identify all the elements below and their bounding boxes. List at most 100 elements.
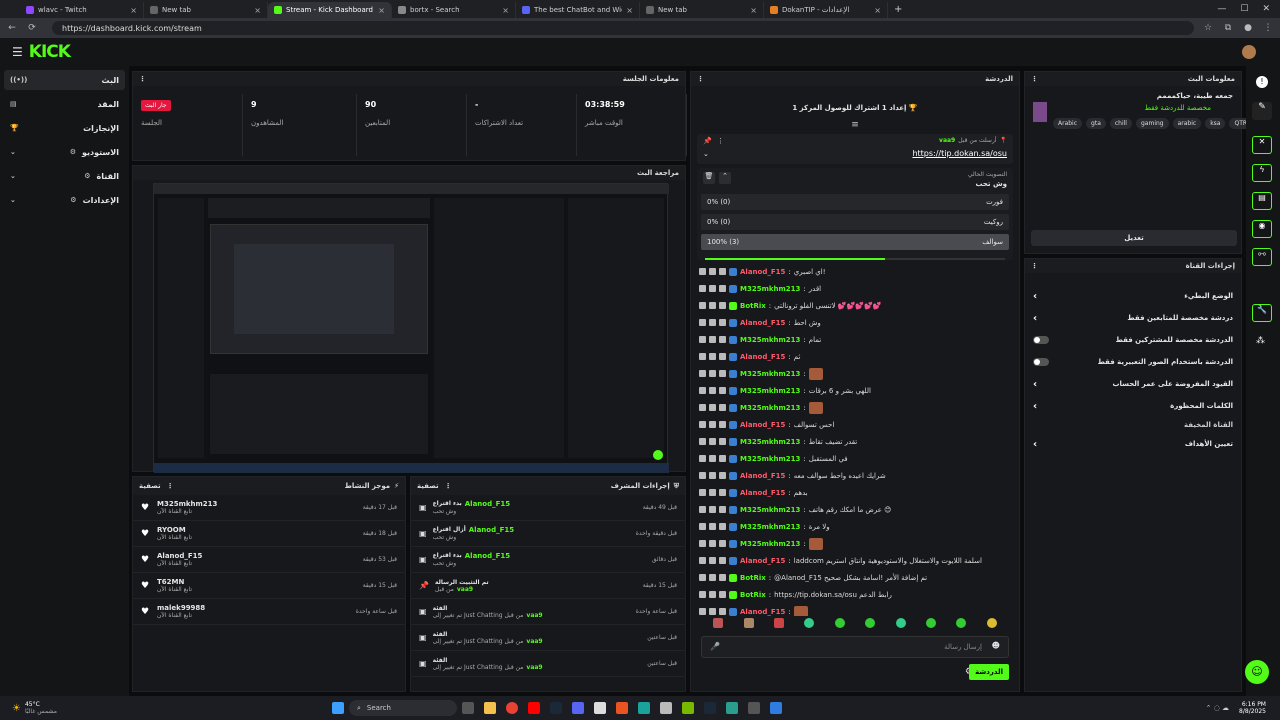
app-icon[interactable]: [660, 702, 672, 714]
discord-icon[interactable]: [572, 702, 584, 714]
chat-message[interactable]: BotRix: https://tip.dokan.sa/osu رابط الد…: [691, 586, 1019, 603]
lightning-icon[interactable]: ϟ: [1252, 164, 1272, 182]
minimize-icon[interactable]: —: [1217, 4, 1226, 14]
chat-username[interactable]: M325mkhm213: [740, 370, 800, 378]
chat-username[interactable]: M325mkhm213: [740, 455, 800, 463]
ban-icon[interactable]: [719, 540, 726, 547]
youtube-icon[interactable]: [528, 702, 540, 714]
reload-icon[interactable]: ⟳: [26, 23, 38, 33]
delete-icon[interactable]: [699, 506, 706, 513]
back-icon[interactable]: ←: [6, 23, 18, 33]
chat-message[interactable]: M325mkhm213: اللهي بشر و 6 برقات: [691, 382, 1019, 399]
edge-icon[interactable]: [638, 702, 650, 714]
weather-widget[interactable]: ☀ 45°C مشمس غالبًا: [12, 701, 57, 715]
chat-message[interactable]: M325mkhm213: اقدر: [691, 280, 1019, 297]
share-icon[interactable]: ⁂: [1256, 336, 1265, 346]
close-window-icon[interactable]: ✕: [1262, 4, 1270, 14]
ban-icon[interactable]: [719, 523, 726, 530]
timeout-icon[interactable]: [709, 285, 716, 292]
browser-tab[interactable]: New tab ×: [144, 2, 268, 18]
channel-setting-row[interactable]: الدردشة مخصصة للمشتركين فقط: [1025, 329, 1241, 351]
ban-icon[interactable]: [719, 285, 726, 292]
kick-logo[interactable]: KICK: [29, 42, 71, 62]
mod-user[interactable]: Alanod_F15: [465, 500, 510, 508]
maximize-icon[interactable]: ☐: [1240, 4, 1248, 14]
emote-icon[interactable]: [773, 618, 784, 628]
delete-icon[interactable]: [699, 353, 706, 360]
address-bar[interactable]: https://dashboard.kick.com/stream: [52, 21, 1194, 35]
windows-start-icon[interactable]: [332, 702, 344, 714]
ban-icon[interactable]: [719, 370, 726, 377]
activity-user[interactable]: Alanod_F15: [157, 552, 202, 560]
filter-button[interactable]: تصفية: [139, 482, 161, 490]
chat-message[interactable]: Alanod_F15: شرايك اعيده واحط سوالف معه: [691, 467, 1019, 484]
delete-icon[interactable]: [699, 608, 706, 615]
browser-tab[interactable]: New tab ×: [640, 2, 764, 18]
chat-username[interactable]: Alanod_F15: [740, 489, 785, 497]
chat-username[interactable]: Alanod_F15: [740, 319, 785, 327]
tag[interactable]: Arabic: [1053, 118, 1083, 129]
timeout-icon[interactable]: [709, 591, 716, 598]
emote-icon[interactable]: [865, 618, 876, 628]
close-tab-icon[interactable]: ×: [378, 6, 385, 15]
chat-username[interactable]: M325mkhm213: [740, 438, 800, 446]
channel-setting-row[interactable]: دردشة مخصصة للمتابعين فقط ›: [1025, 307, 1241, 329]
channel-setting-row[interactable]: الوضع البطيء ›: [1025, 285, 1241, 307]
delete-icon[interactable]: [699, 387, 706, 394]
tag[interactable]: ksa: [1205, 118, 1226, 129]
chat-username[interactable]: Alanod_F15: [740, 472, 785, 480]
steam-icon[interactable]: [704, 702, 716, 714]
more-icon[interactable]: ⋮: [1031, 262, 1038, 270]
timeout-icon[interactable]: [709, 574, 716, 581]
wrench-icon[interactable]: 🔧: [1252, 304, 1272, 322]
activity-user[interactable]: M325mkhm213: [157, 500, 217, 508]
sidebar-item[interactable]: 🏆 الإنجازات: [4, 118, 125, 138]
app-icon[interactable]: [748, 702, 760, 714]
chat-username[interactable]: BotRix: [740, 574, 766, 582]
ban-icon[interactable]: [719, 404, 726, 411]
browser-tab[interactable]: bortx - Search ×: [392, 2, 516, 18]
emote-icon[interactable]: [834, 618, 845, 628]
chat-message[interactable]: M325mkhm213: ولا مرة: [691, 518, 1019, 535]
mod-user[interactable]: vaa9: [526, 664, 542, 671]
support-chat-icon[interactable]: ☺: [1245, 660, 1269, 684]
chat-username[interactable]: Alanod_F15: [740, 268, 785, 276]
activity-user[interactable]: T62MN: [157, 578, 192, 586]
ban-icon[interactable]: [719, 472, 726, 479]
chat-username[interactable]: BotRix: [740, 591, 766, 599]
chat-message[interactable]: M325mkhm213: تقدر تضيف تقاط: [691, 433, 1019, 450]
chat-message[interactable]: M325mkhm213:: [691, 399, 1019, 416]
emote-icon[interactable]: [925, 618, 936, 628]
tag[interactable]: gaming: [1135, 118, 1169, 129]
poll-option[interactable]: 0% (0) روكيت: [701, 214, 1009, 230]
delete-icon[interactable]: [699, 336, 706, 343]
ban-icon[interactable]: [719, 557, 726, 564]
chat-username[interactable]: Alanod_F15: [740, 608, 785, 616]
delete-icon[interactable]: [699, 489, 706, 496]
user-avatar[interactable]: [1242, 45, 1256, 59]
chat-message[interactable]: BotRix: @Alanod_F15 تم إضافة الأمر !اسامة…: [691, 569, 1019, 586]
link-icon[interactable]: ⧟: [1252, 248, 1272, 266]
chat-message[interactable]: Alanod_F15: اي اصبري!: [691, 263, 1019, 280]
timeout-icon[interactable]: [709, 438, 716, 445]
mod-user[interactable]: Alanod_F15: [465, 552, 510, 560]
tag[interactable]: gta: [1086, 118, 1106, 129]
toggle-switch[interactable]: [1033, 358, 1049, 366]
activity-user[interactable]: RYOOM: [157, 526, 192, 534]
app-icon[interactable]: [594, 702, 606, 714]
delete-icon[interactable]: [699, 438, 706, 445]
expand-icon[interactable]: ⌄: [703, 150, 709, 158]
mic-icon[interactable]: 🎤: [710, 642, 720, 651]
mod-user[interactable]: vaa9: [526, 638, 542, 645]
timeout-icon[interactable]: [709, 421, 716, 428]
emote-icon[interactable]: [713, 618, 724, 628]
emote-icon[interactable]: [986, 618, 997, 628]
edit-stream-button[interactable]: تعديل: [1031, 230, 1237, 246]
edit-icon[interactable]: ✎: [1252, 102, 1272, 120]
ban-icon[interactable]: [719, 455, 726, 462]
ban-icon[interactable]: [719, 387, 726, 394]
menu-icon[interactable]: ⋮: [1262, 23, 1274, 33]
delete-icon[interactable]: [699, 319, 706, 326]
browser-tab[interactable]: The best ChatBot and Widgets fo ×: [516, 2, 640, 18]
chat-username[interactable]: M325mkhm213: [740, 285, 800, 293]
